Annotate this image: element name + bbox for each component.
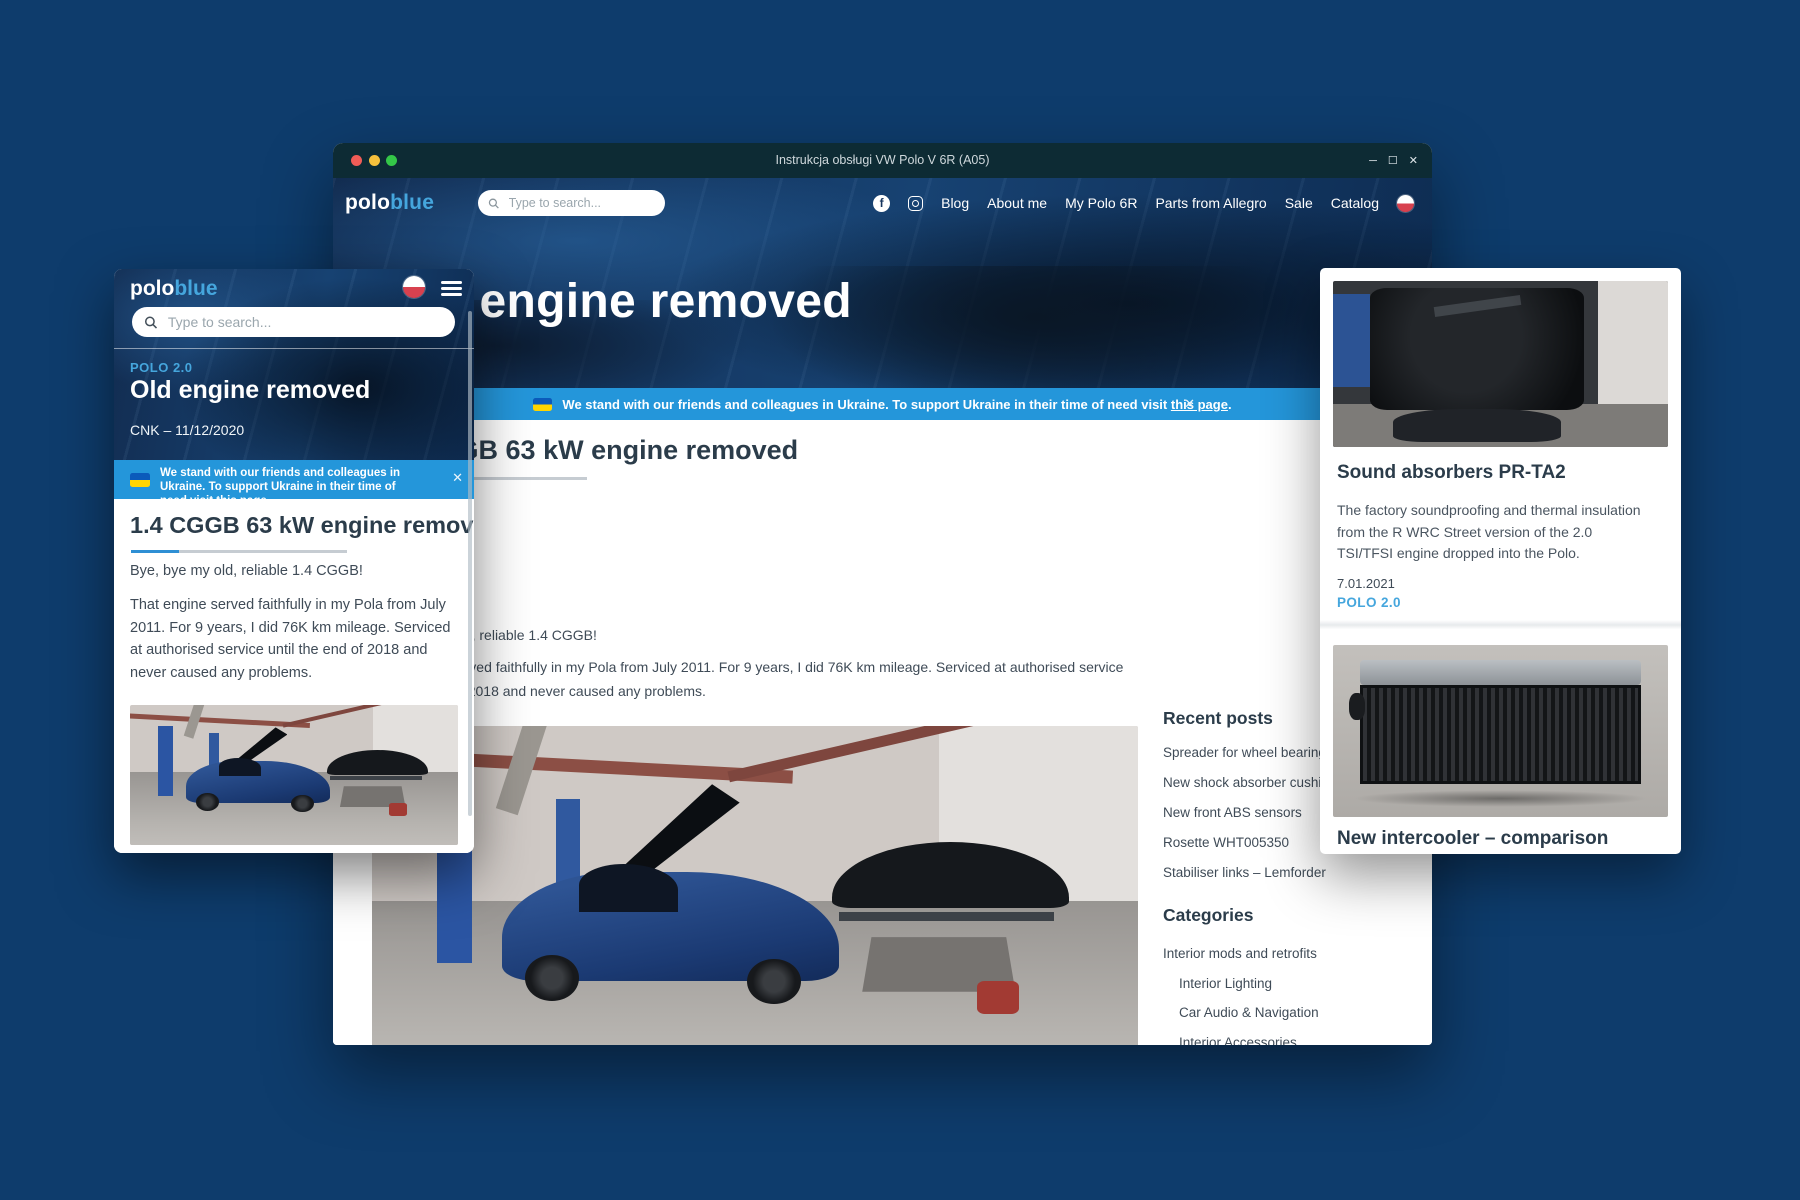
nav-item-catalog[interactable]: Catalog	[1331, 195, 1379, 211]
banner-close-icon[interactable]: ✕	[1184, 388, 1195, 420]
mobile-article-paragraph: That engine served faithfully in my Pola…	[130, 597, 451, 681]
recent-post-link[interactable]: Stabiliser links – Lemforder	[1163, 866, 1432, 880]
post-cards-panel: Sound absorbers PR-TA2 The factory sound…	[1320, 268, 1681, 854]
card-date: 7.01.2021	[1337, 576, 1395, 591]
window-controls: ─ ☐ ✕	[1369, 143, 1418, 178]
nav-item-about-me[interactable]: About me	[987, 195, 1047, 211]
mobile-article: 1.4 CGGB 63 kW engine removed Bye, bye m…	[114, 499, 474, 853]
category-link[interactable]: Interior Accessories	[1163, 1035, 1432, 1045]
search-box[interactable]	[478, 190, 666, 216]
nav-item-parts-from-allegro[interactable]: Parts from Allegro	[1155, 195, 1266, 211]
desktop-background: Instrukcja obsługi VW Polo V 6R (A05) ─ …	[0, 0, 1800, 1200]
mobile-search-box[interactable]	[132, 307, 455, 337]
instagram-icon[interactable]	[908, 195, 924, 211]
mobile-search-input[interactable]	[165, 313, 443, 331]
mobile-ukraine-banner: We stand with our friends and colleagues…	[114, 460, 474, 507]
ukraine-flag-icon	[533, 397, 553, 411]
nav-item-blog[interactable]: Blog	[941, 195, 969, 211]
mobile-article-intro: Bye, bye my old, reliable 1.4 CGGB!	[130, 563, 363, 579]
category-link[interactable]: Interior mods and retrofits	[1163, 947, 1432, 961]
window-title: Instrukcja obsługi VW Polo V 6R (A05)	[775, 153, 990, 167]
mobile-hero-header: poloblue POLO 2.0 Old engine removed CNK…	[114, 269, 474, 460]
mobile-post-meta: CNK – 11/12/2020	[130, 422, 245, 438]
mobile-banner-close-icon[interactable]: ✕	[452, 470, 463, 486]
page-content: 1.4 CGGB 63 kW engine removed Bye, bye m…	[333, 420, 1432, 1045]
search-input[interactable]	[506, 195, 656, 211]
article-photo-garage	[372, 726, 1138, 1045]
maximize-icon[interactable]: ☐	[1388, 154, 1398, 167]
ukraine-flag-icon	[130, 473, 150, 487]
mobile-post-category[interactable]: POLO 2.0	[130, 360, 193, 375]
card-title-sound-absorbers[interactable]: Sound absorbers PR-TA2	[1337, 462, 1566, 484]
hero-header: poloblue f Blog About me My Polo 6R Part…	[333, 178, 1432, 388]
article-paragraph: That engine served faithfully in my Pola…	[372, 659, 1124, 699]
card-title-intercooler[interactable]: New intercooler – comparison	[1337, 828, 1608, 850]
poland-flag-icon[interactable]	[1397, 194, 1414, 212]
facebook-icon[interactable]: f	[873, 194, 891, 212]
card-image-sound-absorbers[interactable]	[1333, 281, 1668, 447]
search-icon	[488, 198, 499, 209]
close-icon[interactable]: ✕	[1409, 154, 1418, 167]
mobile-article-heading: 1.4 CGGB 63 kW engine removed	[130, 512, 474, 538]
card-category-link[interactable]: POLO 2.0	[1337, 595, 1401, 610]
mobile-view-card: poloblue POLO 2.0 Old engine removed CNK…	[114, 269, 474, 853]
categories-heading: Categories	[1163, 905, 1254, 925]
browser-window: Instrukcja obsługi VW Polo V 6R (A05) ─ …	[333, 143, 1432, 1045]
hamburger-menu-icon[interactable]	[441, 281, 462, 296]
categories-section: Categories Interior mods and retrofits I…	[1163, 905, 1432, 1045]
category-link[interactable]: Car Audio & Navigation	[1163, 1006, 1432, 1020]
ukraine-banner-link[interactable]: this page	[1171, 397, 1228, 412]
mobile-article-photo-garage	[130, 705, 458, 845]
card-image-intercooler[interactable]	[1333, 645, 1668, 817]
mobile-site-logo[interactable]: poloblue	[130, 277, 218, 301]
site-logo[interactable]: poloblue	[345, 191, 434, 215]
card-excerpt: The factory soundproofing and thermal in…	[1337, 502, 1641, 561]
navbar-links: f Blog About me My Polo 6R Parts from Al…	[873, 194, 1414, 212]
category-link[interactable]: Interior Lighting	[1163, 976, 1432, 991]
header-divider	[114, 348, 474, 349]
nav-item-sale[interactable]: Sale	[1285, 195, 1313, 211]
search-icon	[144, 316, 158, 329]
mobile-heading-divider	[131, 550, 347, 553]
mobile-scrollbar[interactable]	[468, 311, 472, 816]
ukraine-banner: We stand with our friends and colleagues…	[333, 388, 1432, 420]
mobile-post-title: Old engine removed	[130, 376, 371, 404]
main-navbar: poloblue f Blog About me My Polo 6R Part…	[333, 185, 1432, 221]
mobile-poland-flag-icon[interactable]	[403, 276, 425, 298]
window-titlebar: Instrukcja obsługi VW Polo V 6R (A05) ─ …	[333, 143, 1432, 178]
minimize-icon[interactable]: ─	[1369, 155, 1377, 167]
nav-item-my-polo-6r[interactable]: My Polo 6R	[1065, 195, 1137, 211]
ukraine-banner-text: We stand with our friends and colleagues…	[562, 396, 1232, 412]
card-divider	[1320, 620, 1681, 629]
